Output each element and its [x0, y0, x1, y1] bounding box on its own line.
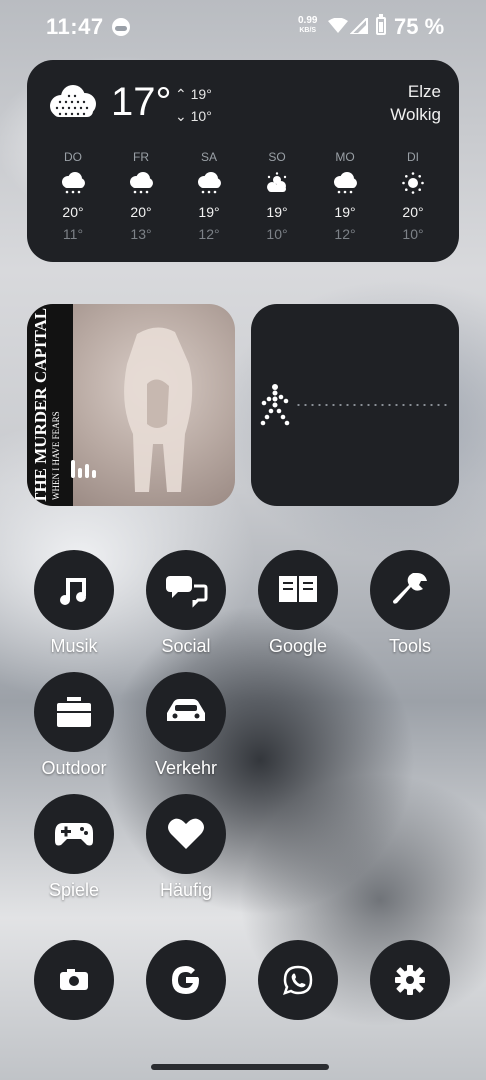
chat-bubbles-icon	[166, 576, 208, 608]
briefcase-icon	[57, 697, 91, 727]
forecast-day-name: FR	[133, 150, 149, 164]
forecast-day-name: SO	[268, 150, 286, 164]
forecast-low: 13°	[130, 226, 152, 242]
folder-google[interactable]: Google	[242, 550, 354, 657]
wrench-icon	[393, 573, 427, 604]
folder-musik[interactable]: Musik	[18, 550, 130, 657]
low-temperature: ⌄ 10°	[175, 108, 212, 125]
high-temperature-value: 19°	[190, 86, 212, 102]
gamepad-icon	[55, 823, 93, 846]
walking-person-icon	[260, 384, 290, 426]
cell-signal-icon	[350, 18, 368, 34]
settings-gear-icon	[395, 965, 425, 995]
folder-social[interactable]: Social	[130, 550, 242, 657]
up-chevron-icon: ⌃	[175, 86, 191, 102]
forecast-high: 20°	[402, 204, 424, 220]
forecast-low: 12°	[334, 226, 356, 242]
folder-label: Spiele	[48, 880, 100, 900]
folder-label: Outdoor	[41, 758, 107, 778]
dock-google[interactable]	[130, 940, 242, 1020]
wifi-icon	[328, 18, 348, 33]
folder-label: Verkehr	[154, 758, 218, 778]
forecast-day: SA 19° 12°	[177, 150, 241, 242]
album-title: WHEN I HAVE FEARS	[51, 411, 61, 500]
dock-settings[interactable]	[354, 940, 466, 1020]
folder-label: Tools	[388, 636, 432, 656]
network-speed: 0.99 KB/S	[298, 16, 317, 36]
forecast-low: 11°	[62, 226, 84, 242]
network-speed-value: 0.99	[298, 15, 318, 26]
cloud-icon	[50, 85, 96, 117]
camera-icon	[60, 969, 88, 990]
forecast-day: DO 20° 11°	[41, 150, 105, 242]
album-artist: THE MURDER CAPITAL	[31, 307, 50, 504]
music-widget[interactable]: THE MURDER CAPITAL WHEN I HAVE FEARS	[27, 304, 235, 506]
folder-verkehr[interactable]: Verkehr	[130, 672, 242, 779]
dock-camera[interactable]	[18, 940, 130, 1020]
car-icon	[167, 699, 205, 721]
forecast-high: 19°	[334, 204, 356, 220]
folder-haeufig[interactable]: Häufig	[130, 794, 242, 901]
now-playing-equalizer-icon	[71, 460, 96, 478]
folder-tools[interactable]: Tools	[354, 550, 466, 657]
whatsapp-icon	[283, 965, 313, 995]
folder-label: Häufig	[159, 880, 213, 900]
folder-label: Google	[268, 636, 328, 656]
heart-icon	[168, 818, 204, 849]
current-temperature: 17°	[111, 80, 172, 124]
forecast-day: FR 20° 13°	[109, 150, 173, 242]
battery-icon	[376, 14, 386, 35]
forecast-high: 19°	[198, 204, 220, 220]
partly-sunny-icon	[267, 172, 287, 192]
weather-widget[interactable]: 17° ⌃ 19° ⌄ 10° Elze Wolkig DO 20° 11° F…	[27, 60, 459, 262]
home-gesture-bar[interactable]	[151, 1064, 329, 1070]
sun-icon	[402, 172, 424, 194]
forecast-high: 20°	[130, 204, 152, 220]
snow-cloud-icon	[198, 172, 221, 194]
forecast-day-name: DI	[407, 150, 419, 164]
snow-cloud-icon	[334, 172, 357, 194]
forecast-day: SO 19° 10°	[245, 150, 309, 242]
folder-label: Social	[161, 636, 211, 656]
weather-condition: Wolkig	[390, 105, 441, 124]
forecast-row: DO 20° 11° FR 20° 13° SA 19° 12° SO 19° …	[27, 150, 459, 242]
weather-city: Elze	[407, 82, 441, 101]
forecast-day-name: SA	[200, 150, 217, 164]
snow-cloud-icon	[62, 172, 85, 194]
folder-spiele[interactable]: Spiele	[18, 794, 130, 901]
forecast-high: 20°	[62, 204, 84, 220]
forecast-low: 12°	[198, 226, 220, 242]
notification-app-icon	[112, 18, 130, 36]
high-temperature: ⌃ 19°	[175, 86, 212, 103]
google-icon	[172, 966, 199, 994]
clock: 11:47	[46, 14, 104, 39]
forecast-high: 19°	[266, 204, 288, 220]
status-bar: 11:47 0.99 KB/S 75 %	[0, 0, 486, 56]
folder-outdoor[interactable]: Outdoor	[18, 672, 130, 779]
forecast-low: 10°	[266, 226, 288, 242]
forecast-low: 10°	[402, 226, 424, 242]
step-counter-widget[interactable]	[251, 304, 459, 506]
dock-whatsapp[interactable]	[242, 940, 354, 1020]
snow-cloud-icon	[130, 172, 153, 194]
music-note-icon	[60, 578, 86, 605]
album-cover-art	[124, 327, 193, 492]
book-icon	[279, 576, 317, 602]
forecast-day: DI 20° 10°	[381, 150, 445, 242]
forecast-day: MO 19° 12°	[313, 150, 377, 242]
forecast-day-name: MO	[335, 150, 355, 164]
down-chevron-icon: ⌄	[175, 108, 191, 124]
network-speed-unit: KB/S	[299, 27, 317, 34]
step-progress-dots	[295, 404, 451, 406]
low-temperature-value: 10°	[190, 108, 212, 124]
battery-percent: 75 %	[394, 14, 445, 39]
folder-label: Musik	[50, 636, 98, 656]
forecast-day-name: DO	[64, 150, 82, 164]
